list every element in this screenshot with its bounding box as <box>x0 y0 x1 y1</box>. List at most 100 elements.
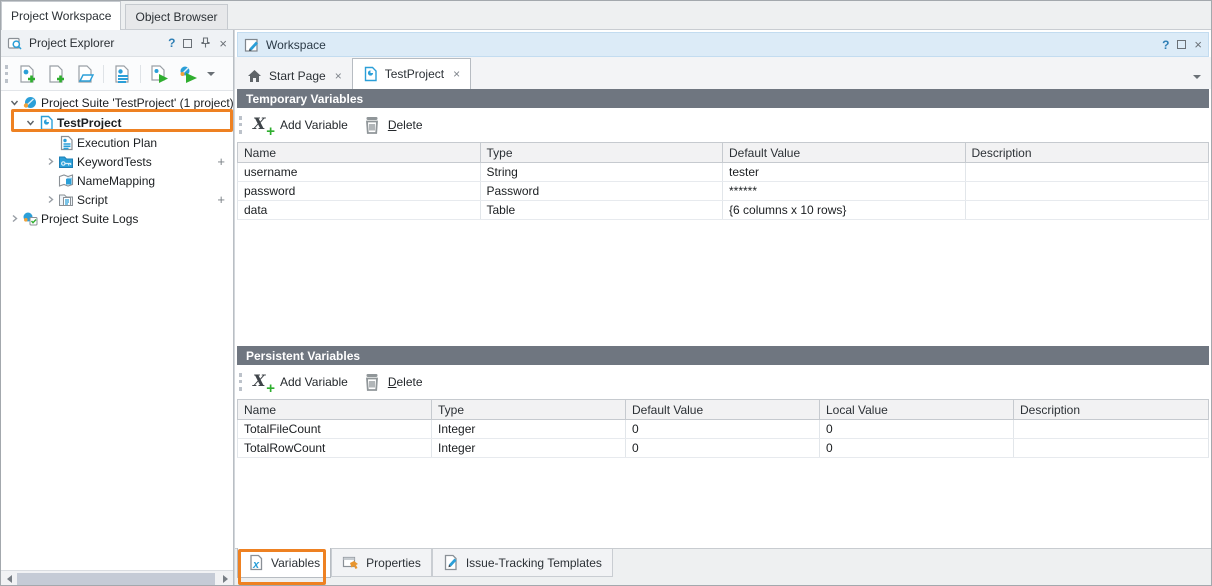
tree-item-project-suite[interactable]: Project Suite 'TestProject' (1 project) <box>1 93 233 112</box>
pin-icon[interactable] <box>200 37 211 49</box>
column-header-default-value[interactable]: Default Value <box>723 143 966 162</box>
add-variable-icon[interactable]: X+ <box>250 114 274 136</box>
cell-name[interactable]: TotalRowCount <box>238 439 432 457</box>
tree-item-testproject[interactable]: TestProject <box>1 112 233 133</box>
scroll-right-arrow[interactable] <box>217 575 233 583</box>
cell-local-value[interactable]: 0 <box>820 420 1014 438</box>
open-project-button[interactable] <box>73 62 97 86</box>
cell-description[interactable] <box>1014 420 1208 438</box>
cell-default-value[interactable]: ****** <box>723 182 966 200</box>
close-icon[interactable]: × <box>219 37 227 50</box>
organize-tests-button[interactable] <box>110 62 134 86</box>
help-icon[interactable]: ? <box>1162 39 1169 51</box>
table-row[interactable]: data Table {6 columns x 10 rows} <box>237 201 1209 220</box>
tree-item-execution-plan[interactable]: Execution Plan <box>1 133 233 152</box>
tab-start-page[interactable]: Start Page × <box>237 62 352 89</box>
run-options-caret-icon[interactable] <box>207 72 215 76</box>
cell-default-value[interactable]: 0 <box>626 439 820 457</box>
close-icon[interactable]: × <box>1194 38 1202 51</box>
run-project-suite-button[interactable] <box>176 62 200 86</box>
delete-button[interactable]: Delete <box>388 375 423 389</box>
new-project-button[interactable] <box>44 62 68 86</box>
column-header-type[interactable]: Type <box>481 143 724 162</box>
column-header-name[interactable]: Name <box>238 143 481 162</box>
toolbar-grip[interactable] <box>239 116 242 134</box>
close-tab-icon[interactable]: × <box>335 69 342 83</box>
project-tree: Project Suite 'TestProject' (1 project) … <box>1 91 233 570</box>
scroll-left-arrow[interactable] <box>1 575 17 583</box>
column-header-local-value[interactable]: Local Value <box>820 400 1014 419</box>
horizontal-scrollbar[interactable] <box>1 570 233 586</box>
table-row[interactable]: TotalRowCount Integer 0 0 <box>237 439 1209 458</box>
cell-type[interactable]: Integer <box>432 439 626 457</box>
execution-plan-icon <box>57 135 75 151</box>
chevron-down-icon[interactable] <box>23 118 37 127</box>
keyword-tests-icon <box>57 154 75 169</box>
cell-description[interactable] <box>1014 439 1208 457</box>
tree-item-label: Project Suite Logs <box>41 212 138 226</box>
section-title: Temporary Variables <box>246 92 363 106</box>
cell-description[interactable] <box>966 201 1209 219</box>
tree-item-script[interactable]: Script + <box>1 190 233 209</box>
cell-name[interactable]: password <box>238 182 481 200</box>
column-header-description[interactable]: Description <box>1014 400 1208 419</box>
toolbar-grip[interactable] <box>5 65 8 83</box>
toolbar-grip[interactable] <box>239 373 242 391</box>
tree-item-project-suite-logs[interactable]: Project Suite Logs <box>1 209 233 228</box>
table-row[interactable]: password Password ****** <box>237 182 1209 201</box>
table-row[interactable]: TotalFileCount Integer 0 0 <box>237 420 1209 439</box>
add-variable-button[interactable]: Add Variable <box>280 375 348 389</box>
add-variable-icon[interactable]: X+ <box>250 371 274 393</box>
run-project-button[interactable] <box>147 62 171 86</box>
project-icon <box>363 66 378 82</box>
column-header-type[interactable]: Type <box>432 400 626 419</box>
project-suite-logs-icon <box>21 211 39 226</box>
cell-type[interactable]: Password <box>481 182 724 200</box>
cell-default-value[interactable]: 0 <box>626 420 820 438</box>
cell-description[interactable] <box>966 182 1209 200</box>
tree-item-namemapping[interactable]: NameMapping <box>1 171 233 190</box>
tab-label: Project Workspace <box>11 9 111 23</box>
cell-name[interactable]: TotalFileCount <box>238 420 432 438</box>
tab-testproject[interactable]: TestProject × <box>352 58 471 89</box>
cell-type[interactable]: Table <box>481 201 724 219</box>
tab-properties[interactable]: Properties <box>331 549 432 577</box>
project-explorer-header: Project Explorer ? × <box>1 30 233 57</box>
delete-icon[interactable] <box>362 115 382 135</box>
cell-name[interactable]: username <box>238 163 481 181</box>
new-project-suite-button[interactable] <box>15 62 39 86</box>
cell-name[interactable]: data <box>238 201 481 219</box>
chevron-down-icon[interactable] <box>7 98 21 107</box>
add-item-plus-button[interactable]: + <box>217 154 225 169</box>
cell-local-value[interactable]: 0 <box>820 439 1014 457</box>
add-variable-button[interactable]: Add Variable <box>280 118 348 132</box>
tab-variables[interactable]: x Variables <box>237 548 331 578</box>
maximize-icon[interactable] <box>1177 40 1186 49</box>
cell-description[interactable] <box>966 163 1209 181</box>
column-header-default-value[interactable]: Default Value <box>626 400 820 419</box>
svg-text:x: x <box>252 559 260 571</box>
tab-issue-tracking-templates[interactable]: Issue-Tracking Templates <box>432 549 613 577</box>
add-item-plus-button[interactable]: + <box>217 192 225 207</box>
cell-default-value[interactable]: tester <box>723 163 966 181</box>
chevron-right-icon[interactable] <box>7 214 21 223</box>
chevron-right-icon[interactable] <box>43 195 57 204</box>
close-tab-icon[interactable]: × <box>453 67 460 81</box>
tree-item-keywordtests[interactable]: KeywordTests + <box>1 152 233 171</box>
panel-title: Workspace <box>266 38 326 52</box>
help-icon[interactable]: ? <box>168 37 175 49</box>
cell-type[interactable]: String <box>481 163 724 181</box>
scrollbar-thumb[interactable] <box>17 573 215 586</box>
cell-type[interactable]: Integer <box>432 420 626 438</box>
tab-list-caret-icon[interactable] <box>1193 75 1201 79</box>
tab-object-browser[interactable]: Object Browser <box>125 4 227 29</box>
delete-icon[interactable] <box>362 372 382 392</box>
column-header-name[interactable]: Name <box>238 400 432 419</box>
tab-project-workspace[interactable]: Project Workspace <box>1 1 121 30</box>
cell-default-value[interactable]: {6 columns x 10 rows} <box>723 201 966 219</box>
delete-button[interactable]: Delete <box>388 118 423 132</box>
table-row[interactable]: username String tester <box>237 163 1209 182</box>
maximize-icon[interactable] <box>183 39 192 48</box>
column-header-description[interactable]: Description <box>966 143 1209 162</box>
chevron-right-icon[interactable] <box>43 157 57 166</box>
